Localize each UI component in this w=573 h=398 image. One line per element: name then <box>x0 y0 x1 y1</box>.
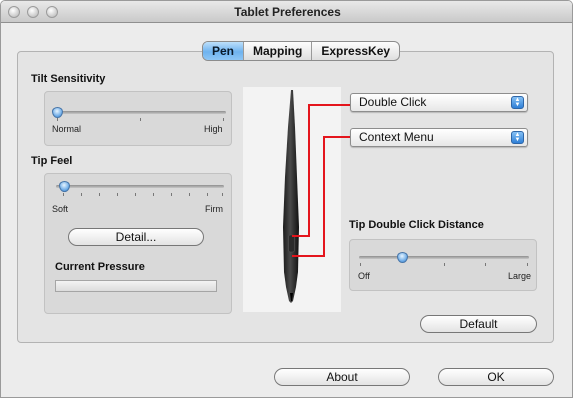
window-title: Tablet Preferences <box>234 5 341 19</box>
tip-feel-tick <box>171 193 172 196</box>
tilt-tick <box>140 118 141 121</box>
tip-feel-tick <box>189 193 190 196</box>
tip-double-click-min-label: Off <box>358 271 370 281</box>
tip-feel-tick <box>222 193 223 196</box>
tip-double-click-tick <box>444 263 445 266</box>
tab-expresskey[interactable]: ExpressKey <box>312 42 399 60</box>
tip-feel-tick <box>63 193 64 196</box>
default-button[interactable]: Default <box>420 315 537 333</box>
upper-button-pointer-line <box>308 104 353 106</box>
tip-double-click-group <box>349 239 537 291</box>
tilt-min-label: Normal <box>52 124 82 134</box>
tip-feel-tick <box>207 193 208 196</box>
upper-button-pointer-line <box>292 235 310 237</box>
tip-double-click-max-label: Large <box>508 271 532 281</box>
pen-image-area <box>243 87 341 312</box>
tip-feel-tick <box>135 193 136 196</box>
upper-button-popup[interactable]: Double Click ▲ ▼ <box>350 93 528 112</box>
lower-button-value: Context Menu <box>359 130 434 144</box>
lower-button-popup[interactable]: Context Menu ▲ ▼ <box>350 128 528 147</box>
tip-double-click-slider-track[interactable] <box>359 256 529 259</box>
current-pressure-bar <box>55 280 217 292</box>
tilt-tick <box>223 118 224 121</box>
tilt-slider-track[interactable] <box>56 111 226 114</box>
ok-button[interactable]: OK <box>438 368 554 386</box>
tilt-max-label: High <box>204 124 223 134</box>
tilt-sensitivity-label: Tilt Sensitivity <box>31 73 106 85</box>
tip-feel-tick <box>117 193 118 196</box>
tilt-sensitivity-group <box>44 91 232 146</box>
tip-feel-tick <box>99 193 100 196</box>
about-button[interactable]: About <box>274 368 410 386</box>
up-down-arrows-icon: ▲ ▼ <box>511 131 524 144</box>
lower-button-pointer-line <box>292 255 325 257</box>
tip-double-click-tick <box>360 263 361 266</box>
tip-feel-label: Tip Feel <box>31 155 73 167</box>
lower-button-pointer-line <box>323 136 325 257</box>
up-down-arrows-icon: ▲ ▼ <box>511 96 524 109</box>
tip-feel-slider-track[interactable] <box>56 185 224 188</box>
tab-mapping[interactable]: Mapping <box>244 42 313 60</box>
tilt-tick <box>57 118 58 121</box>
current-pressure-label: Current Pressure <box>55 261 145 273</box>
tip-feel-tick <box>153 193 154 196</box>
tip-double-click-label: Tip Double Click Distance <box>349 219 484 231</box>
pen-illustration <box>283 90 299 303</box>
tab-pen[interactable]: Pen <box>203 42 245 60</box>
detail-button[interactable]: Detail... <box>68 228 204 246</box>
upper-button-value: Double Click <box>359 95 427 109</box>
preferences-window: Tablet Preferences Pen Mapping ExpressKe… <box>0 0 573 398</box>
tip-feel-tick <box>81 193 82 196</box>
tip-double-click-tick <box>527 263 528 266</box>
upper-button-pointer-line <box>308 104 310 237</box>
tab-bar: Pen Mapping ExpressKey <box>202 41 401 61</box>
tip-feel-min-label: Soft <box>52 204 69 214</box>
title-bar: Tablet Preferences <box>1 1 572 23</box>
lower-button-pointer-line <box>323 136 353 138</box>
tip-double-click-tick <box>485 263 486 266</box>
tip-feel-max-label: Firm <box>205 204 223 214</box>
